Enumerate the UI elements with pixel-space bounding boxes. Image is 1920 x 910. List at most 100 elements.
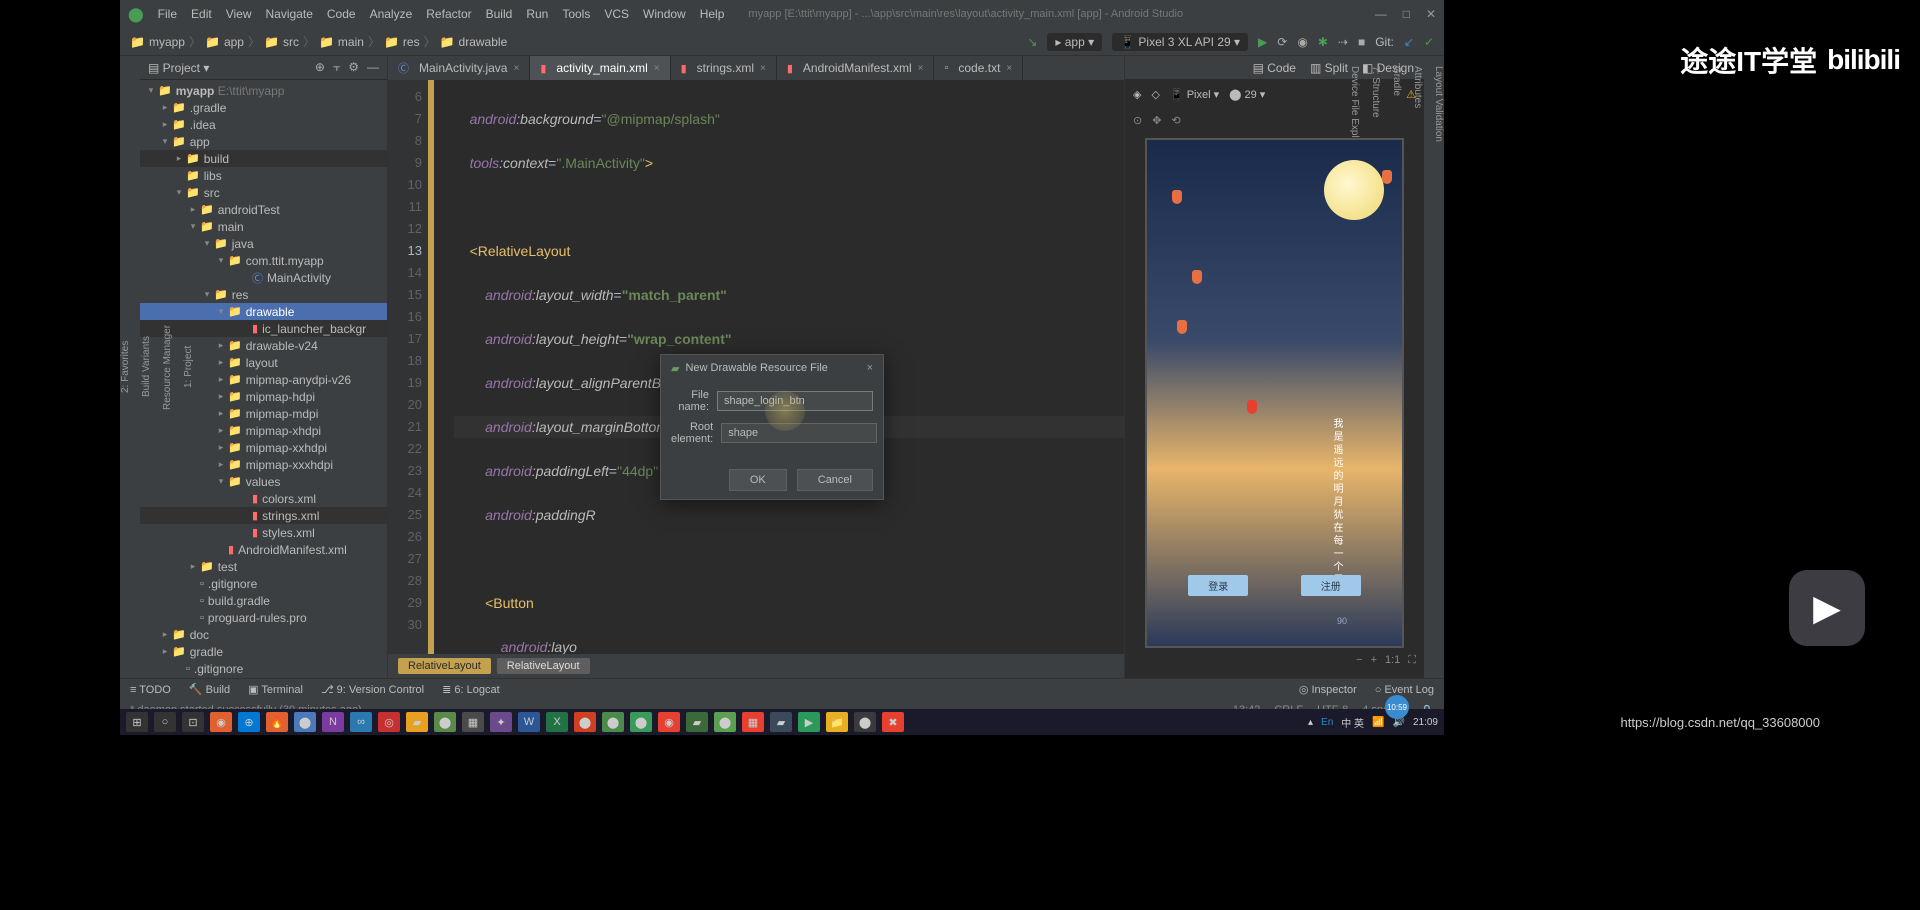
tray-time[interactable]: 21:09 bbox=[1413, 717, 1438, 728]
debug-icon[interactable]: ⟳ bbox=[1277, 35, 1287, 49]
api-picker[interactable]: ⬤ 29 ▾ bbox=[1229, 88, 1265, 101]
taskbar-app[interactable]: ⬤ bbox=[854, 712, 876, 732]
start-icon[interactable]: ⊞ bbox=[126, 712, 148, 732]
taskbar-app[interactable]: X bbox=[546, 712, 568, 732]
git-pull-icon[interactable]: ↙ bbox=[1404, 35, 1414, 49]
tab-attributes[interactable]: Attributes bbox=[1412, 66, 1423, 668]
blueprint-icon[interactable]: ◇ bbox=[1151, 88, 1159, 101]
tab-activity-main[interactable]: ▮activity_main.xml× bbox=[530, 56, 670, 80]
device-picker[interactable]: 📱 Pixel ▾ bbox=[1170, 88, 1219, 101]
tab-todo[interactable]: ≡ TODO bbox=[130, 684, 171, 696]
taskbar-app[interactable]: ⬤ bbox=[434, 712, 456, 732]
project-tree[interactable]: ▾📁myapp E:\ttit\myapp ▸📁.gradle ▸📁.idea … bbox=[140, 80, 387, 678]
tab-layout-validation[interactable]: Layout Validation bbox=[1433, 66, 1444, 668]
menu-run[interactable]: Run bbox=[526, 7, 548, 21]
preview-login-button[interactable]: 登录 bbox=[1188, 575, 1248, 596]
cancel-button[interactable]: Cancel bbox=[797, 469, 873, 491]
taskbar-app[interactable]: ⬤ bbox=[602, 712, 624, 732]
tab-inspector[interactable]: ◎ Inspector bbox=[1299, 683, 1357, 696]
device-selector[interactable]: 📱 Pixel 3 XL API 29 ▾ bbox=[1112, 33, 1248, 51]
split-icon[interactable]: ⫟ bbox=[333, 60, 340, 75]
taskbar-app[interactable]: ◉ bbox=[210, 712, 232, 732]
stop-icon[interactable]: ■ bbox=[1358, 35, 1365, 49]
tab-favorites[interactable]: 2: Favorites bbox=[120, 66, 131, 668]
rotate-icon[interactable]: ⟲ bbox=[1171, 114, 1180, 127]
taskbar-app[interactable]: ⬤ bbox=[294, 712, 316, 732]
menu-edit[interactable]: Edit bbox=[191, 7, 212, 21]
taskbar-app[interactable]: ⊕ bbox=[238, 712, 260, 732]
device-preview[interactable]: 我是遥远的明月犹在每一个思 登录 注册 90 bbox=[1145, 138, 1404, 648]
menu-help[interactable]: Help bbox=[700, 7, 725, 21]
run-icon[interactable]: ▶ bbox=[1258, 35, 1267, 49]
taskbar-app[interactable]: ▰ bbox=[770, 712, 792, 732]
taskbar-app[interactable]: ▰ bbox=[406, 712, 428, 732]
collapse-icon[interactable]: — bbox=[367, 60, 379, 75]
close-icon[interactable]: ✕ bbox=[1426, 7, 1436, 21]
dialog-close-icon[interactable]: × bbox=[867, 362, 873, 374]
taskbar-app[interactable]: ▦ bbox=[742, 712, 764, 732]
menu-window[interactable]: Window bbox=[643, 7, 686, 21]
taskbar-app[interactable]: ∞ bbox=[350, 712, 372, 732]
taskbar-app[interactable]: ✖ bbox=[882, 712, 904, 732]
cortana-icon[interactable]: ○ bbox=[154, 712, 176, 732]
tab-terminal[interactable]: ▣ Terminal bbox=[248, 683, 303, 696]
ok-button[interactable]: OK bbox=[729, 469, 787, 491]
menu-vcs[interactable]: VCS bbox=[604, 7, 629, 21]
mode-split[interactable]: ▥ Split bbox=[1310, 61, 1348, 75]
taskbar-app[interactable]: ⬤ bbox=[714, 712, 736, 732]
bilibili-play-icon[interactable]: ▶ bbox=[1789, 570, 1865, 646]
tab-resource-manager[interactable]: Resource Manager bbox=[162, 66, 173, 668]
gear-icon[interactable]: ⚙ bbox=[348, 60, 359, 75]
taskview-icon[interactable]: ⊡ bbox=[182, 712, 204, 732]
attach-icon[interactable]: ⇢ bbox=[1338, 35, 1348, 49]
taskbar-app[interactable]: 📁 bbox=[826, 712, 848, 732]
tab-logcat[interactable]: ≣ 6: Logcat bbox=[442, 683, 500, 696]
maximize-icon[interactable]: □ bbox=[1403, 7, 1410, 21]
menu-file[interactable]: File bbox=[158, 7, 177, 21]
tab-strings[interactable]: ▮strings.xml× bbox=[671, 56, 777, 80]
git-push-icon[interactable]: ✓ bbox=[1424, 35, 1434, 49]
tray-icon[interactable]: ▴ bbox=[1308, 717, 1313, 728]
xml-breadcrumb[interactable]: RelativeLayout RelativeLayout bbox=[388, 654, 1124, 678]
taskbar-app[interactable]: ▶ bbox=[798, 712, 820, 732]
run-config[interactable]: ▸ app ▾ bbox=[1047, 33, 1102, 51]
target-icon[interactable]: ⊕ bbox=[315, 60, 325, 75]
zoom-icon[interactable]: ⊙ bbox=[1133, 114, 1142, 127]
mode-code[interactable]: ▤ Code bbox=[1253, 61, 1296, 75]
tab-code-txt[interactable]: ▫code.txt× bbox=[934, 56, 1023, 80]
palette-icon[interactable]: ◈ bbox=[1133, 88, 1141, 101]
bug-icon[interactable]: ✱ bbox=[1318, 35, 1328, 49]
tab-mainactivity[interactable]: ⒸMainActivity.java× bbox=[388, 56, 530, 80]
breadcrumb[interactable]: 📁 myapp〉 📁app〉 📁src〉 📁main〉 📁res〉 📁drawa… bbox=[130, 33, 507, 50]
menu-view[interactable]: View bbox=[226, 7, 252, 21]
menu-refactor[interactable]: Refactor bbox=[426, 7, 471, 21]
hammer-icon[interactable]: ↘ bbox=[1027, 35, 1037, 49]
preview-register-button[interactable]: 注册 bbox=[1301, 575, 1361, 596]
taskbar-app[interactable]: ✦ bbox=[490, 712, 512, 732]
taskbar-app[interactable]: ⬤ bbox=[630, 712, 652, 732]
menu-tools[interactable]: Tools bbox=[562, 7, 590, 21]
file-name-input[interactable] bbox=[717, 391, 873, 411]
profile-icon[interactable]: ◉ bbox=[1297, 35, 1307, 49]
taskbar-app[interactable]: ▰ bbox=[686, 712, 708, 732]
taskbar-app[interactable]: ⬤ bbox=[574, 712, 596, 732]
tray-lang[interactable]: En bbox=[1321, 717, 1333, 728]
taskbar-app[interactable]: N bbox=[322, 712, 344, 732]
menu-navigate[interactable]: Navigate bbox=[266, 7, 313, 21]
tab-vc[interactable]: ⎇ 9: Version Control bbox=[321, 683, 424, 696]
menu-code[interactable]: Code bbox=[327, 7, 356, 21]
menu-build[interactable]: Build bbox=[486, 7, 513, 21]
taskbar-app[interactable]: ◉ bbox=[658, 712, 680, 732]
tray-ime[interactable]: 中 英 bbox=[1341, 715, 1364, 730]
tray-wifi-icon[interactable]: 📶 bbox=[1372, 717, 1384, 728]
tab-build-variants[interactable]: Build Variants bbox=[141, 66, 152, 668]
pan-icon[interactable]: ✥ bbox=[1152, 114, 1161, 127]
taskbar-app[interactable]: ◎ bbox=[378, 712, 400, 732]
minimize-icon[interactable]: — bbox=[1375, 7, 1387, 21]
taskbar-app[interactable]: W bbox=[518, 712, 540, 732]
taskbar-app[interactable]: 🔥 bbox=[266, 712, 288, 732]
project-dropdown[interactable]: ▤ Project ▾ bbox=[148, 61, 209, 75]
tab-build[interactable]: 🔨 Build bbox=[189, 683, 230, 696]
root-element-input[interactable] bbox=[721, 423, 877, 443]
menu-analyze[interactable]: Analyze bbox=[370, 7, 413, 21]
